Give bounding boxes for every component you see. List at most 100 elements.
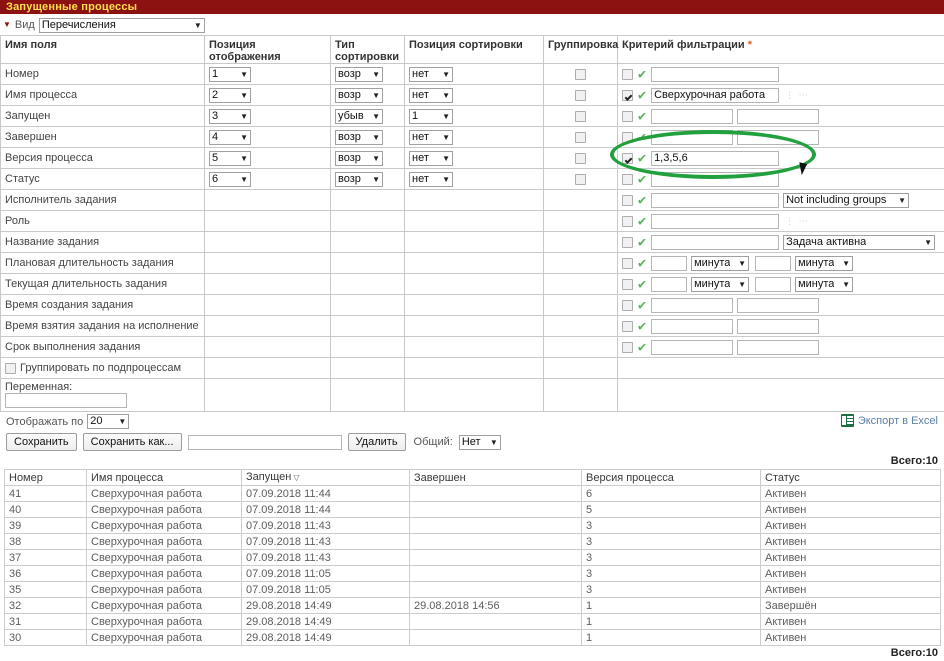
sort-position-select[interactable]: нет▼ (409, 67, 453, 82)
filter-value-input[interactable] (651, 151, 779, 166)
filter-value-to-input[interactable] (737, 298, 819, 313)
filter-value-input[interactable] (651, 214, 779, 229)
results-col-header[interactable]: Версия процесса (582, 470, 761, 486)
variable-input[interactable] (5, 393, 127, 408)
filter-enable-checkbox[interactable] (622, 258, 633, 269)
display-position-select[interactable]: 4▼ (209, 130, 251, 145)
table-row[interactable]: 37Сверхурочная работа07.09.2018 11:433Ак… (5, 550, 941, 566)
sort-position-select[interactable]: нет▼ (409, 88, 453, 103)
sort-position-select[interactable]: нет▼ (409, 151, 453, 166)
filter-enable-checkbox[interactable] (622, 342, 633, 353)
filter-enable-checkbox[interactable] (622, 321, 633, 332)
filter-group-select[interactable]: Not including groups▼ (783, 193, 909, 208)
filter-value-to-input[interactable] (737, 340, 819, 355)
filter-enable-checkbox[interactable] (622, 237, 633, 248)
display-position-select[interactable]: 2▼ (209, 88, 251, 103)
results-col-header[interactable]: Запущен▽ (242, 470, 410, 486)
results-col-header[interactable]: Статус (761, 470, 941, 486)
show-by-select[interactable]: 20 ▼ (87, 414, 129, 429)
table-row[interactable]: 40Сверхурочная работа07.09.2018 11:445Ак… (5, 502, 941, 518)
save-as-button[interactable]: Сохранить как... (83, 433, 182, 451)
picker-dots-icon[interactable]: ⋮ ⋯ (785, 216, 809, 227)
display-position-select[interactable]: 5▼ (209, 151, 251, 166)
results-col-header[interactable]: Имя процесса (87, 470, 242, 486)
group-subprocess-checkbox[interactable] (5, 363, 16, 374)
filter-task-state-select[interactable]: Задача активна▼ (783, 235, 935, 250)
sort-position-select[interactable]: 1▼ (409, 109, 453, 124)
grouping-checkbox[interactable] (575, 90, 586, 101)
export-to-excel-link[interactable]: Экспорт в Excel (841, 414, 938, 427)
picker-dots-icon[interactable]: ⋮ ⋯ (785, 90, 809, 101)
view-name-input[interactable] (188, 435, 342, 450)
filter-value-input[interactable] (651, 67, 779, 82)
filter-enable-checkbox[interactable] (622, 111, 633, 122)
view-select[interactable]: Перечисления ▼ (39, 18, 205, 33)
filter-value-from-input[interactable] (651, 109, 733, 124)
sort-type-select[interactable]: убыв▼ (335, 109, 383, 124)
field-name-cell: Текущая длительность задания (1, 274, 205, 295)
duration-to-unit-select[interactable]: минута▼ (795, 277, 853, 292)
filter-value-input[interactable] (651, 172, 779, 187)
filter-enable-checkbox[interactable] (622, 132, 633, 143)
duration-to-input[interactable] (755, 277, 791, 292)
table-row[interactable]: 39Сверхурочная работа07.09.2018 11:433Ак… (5, 518, 941, 534)
filter-value-from-input[interactable] (651, 319, 733, 334)
table-row[interactable]: 36Сверхурочная работа07.09.2018 11:053Ак… (5, 566, 941, 582)
filter-enable-checkbox[interactable] (622, 153, 633, 164)
duration-to-unit-select[interactable]: минута▼ (795, 256, 853, 271)
filter-value-from-input[interactable] (651, 340, 733, 355)
empty-cell (544, 379, 618, 412)
sort-position-select[interactable]: нет▼ (409, 130, 453, 145)
table-cell: 07.09.2018 11:05 (242, 582, 410, 598)
sort-type-select[interactable]: возр▼ (335, 172, 383, 187)
shared-select[interactable]: Нет ▼ (459, 435, 501, 450)
sort-type-select[interactable]: возр▼ (335, 130, 383, 145)
grouping-checkbox[interactable] (575, 69, 586, 80)
filter-enable-checkbox[interactable] (622, 279, 633, 290)
filter-enable-checkbox[interactable] (622, 90, 633, 101)
duration-from-unit-select[interactable]: минута▼ (691, 256, 749, 271)
save-button[interactable]: Сохранить (6, 433, 77, 451)
filter-enable-checkbox[interactable] (622, 69, 633, 80)
display-position-cell (205, 232, 331, 253)
filter-enable-checkbox[interactable] (622, 216, 633, 227)
display-position-select[interactable]: 6▼ (209, 172, 251, 187)
table-row[interactable]: 31Сверхурочная работа29.08.2018 14:491Ак… (5, 614, 941, 630)
table-row[interactable]: 35Сверхурочная работа07.09.2018 11:053Ак… (5, 582, 941, 598)
grouping-checkbox[interactable] (575, 153, 586, 164)
grouping-checkbox[interactable] (575, 174, 586, 185)
table-row[interactable]: 38Сверхурочная работа07.09.2018 11:433Ак… (5, 534, 941, 550)
filter-enable-checkbox[interactable] (622, 174, 633, 185)
results-col-label: Номер (9, 472, 43, 484)
filter-value-input[interactable] (651, 193, 779, 208)
table-row[interactable]: 32Сверхурочная работа29.08.2018 14:4929.… (5, 598, 941, 614)
duration-from-input[interactable] (651, 256, 687, 271)
filter-value-input[interactable] (651, 235, 779, 250)
filter-enable-checkbox[interactable] (622, 195, 633, 206)
duration-from-unit-select[interactable]: минута▼ (691, 277, 749, 292)
collapse-triangle-icon[interactable]: ▼ (3, 21, 11, 29)
sort-type-select[interactable]: возр▼ (335, 151, 383, 166)
sort-position-select[interactable]: нет▼ (409, 172, 453, 187)
filter-value-to-input[interactable] (737, 109, 819, 124)
duration-to-input[interactable] (755, 256, 791, 271)
filter-value-to-input[interactable] (737, 130, 819, 145)
filter-value-from-input[interactable] (651, 298, 733, 313)
delete-button[interactable]: Удалить (348, 433, 406, 451)
filter-cell: ✔⋮ ⋯ (618, 85, 944, 106)
table-row[interactable]: 41Сверхурочная работа07.09.2018 11:446Ак… (5, 486, 941, 502)
filter-enable-checkbox[interactable] (622, 300, 633, 311)
filter-value-from-input[interactable] (651, 130, 733, 145)
filter-value-input[interactable] (651, 88, 779, 103)
grouping-checkbox[interactable] (575, 132, 586, 143)
display-position-select[interactable]: 1▼ (209, 67, 251, 82)
table-row[interactable]: 30Сверхурочная работа29.08.2018 14:491Ак… (5, 630, 941, 646)
duration-from-input[interactable] (651, 277, 687, 292)
grouping-checkbox[interactable] (575, 111, 586, 122)
sort-type-select[interactable]: возр▼ (335, 88, 383, 103)
results-col-header[interactable]: Завершен (410, 470, 582, 486)
display-position-select[interactable]: 3▼ (209, 109, 251, 124)
filter-value-to-input[interactable] (737, 319, 819, 334)
sort-type-select[interactable]: возр▼ (335, 67, 383, 82)
results-col-header[interactable]: Номер (5, 470, 87, 486)
